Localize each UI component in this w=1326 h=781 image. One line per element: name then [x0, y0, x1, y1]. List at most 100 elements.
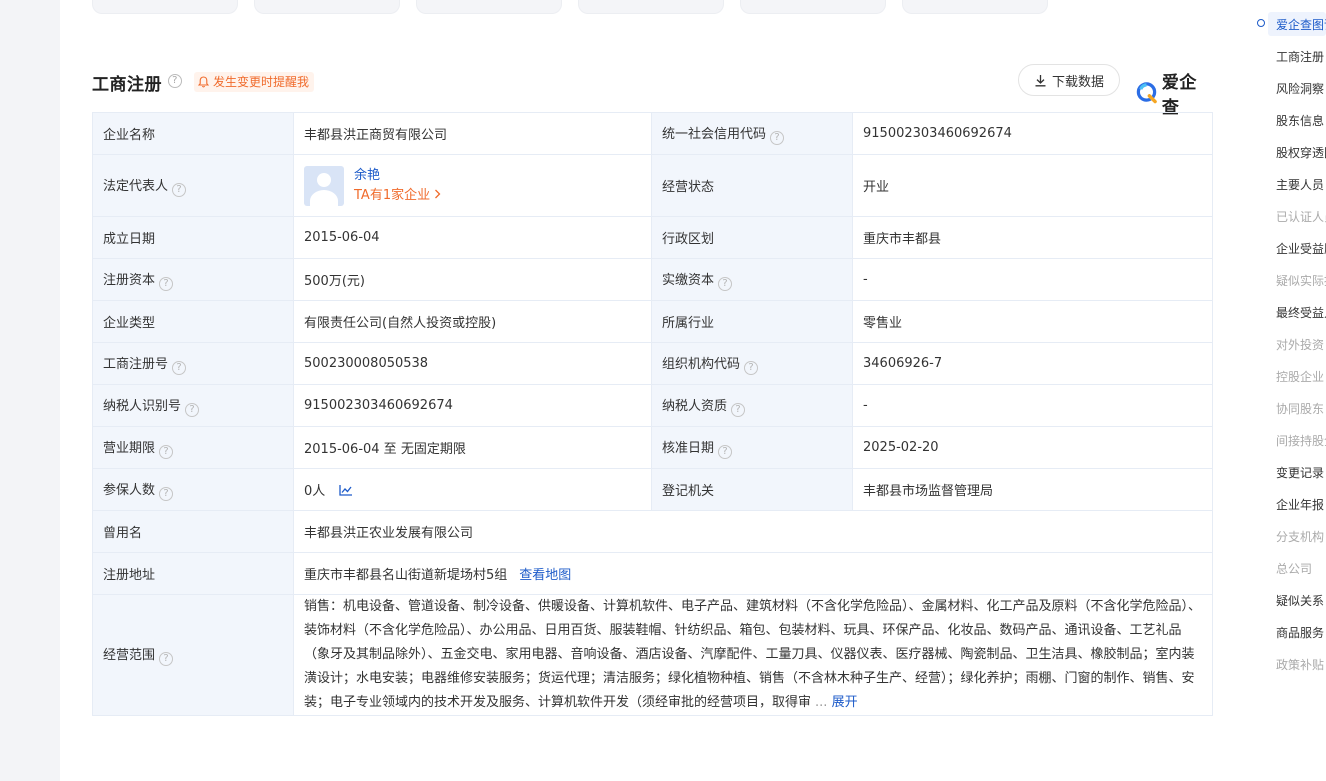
table-row: 成立日期 2015-06-04 行政区划 重庆市丰都县: [92, 216, 1213, 259]
taxpayer-id-label: 纳税人识别号?: [92, 384, 294, 427]
legal-rep-label: 法定代表人?: [92, 154, 294, 217]
sidebar-item-investment[interactable]: 对外投资: [1276, 336, 1326, 353]
former-name-value: 丰都县洪正农业发展有限公司: [293, 510, 1213, 553]
anchor-sidebar: 爱企查图谱 工商注册 风险洞察 股东信息 股权穿透图 主要人员 已认证人员 企业…: [1244, 0, 1326, 781]
help-icon[interactable]: ?: [159, 276, 174, 291]
sidebar-item-certified[interactable]: 已认证人员: [1276, 208, 1326, 225]
industry-label: 所属行业: [651, 300, 853, 343]
sidebar-item-registration[interactable]: 工商注册: [1276, 48, 1326, 65]
company-name-label: 企业名称: [92, 112, 294, 155]
top-tab[interactable]: [902, 0, 1048, 14]
reg-no-value: 500230008050538: [293, 342, 652, 385]
credit-code-label: 统一社会信用代码?: [651, 112, 853, 155]
approve-date-value: 2025-02-20: [852, 426, 1213, 469]
top-tab[interactable]: [578, 0, 724, 14]
main-panel: 工商注册 ? 发生变更时提醒我 下载数据 爱企查 企业名称 丰都县洪正商贸有限公…: [60, 0, 1244, 781]
company-type-label: 企业类型: [92, 300, 294, 343]
region-value: 重庆市丰都县: [852, 216, 1213, 259]
aiqicha-logo-icon: [1136, 82, 1157, 104]
help-icon[interactable]: ?: [744, 360, 759, 375]
term-label: 营业期限?: [92, 426, 294, 469]
sidebar-item-shareholders[interactable]: 股东信息: [1276, 112, 1326, 129]
found-date-value: 2015-06-04: [293, 216, 652, 259]
former-name-label: 曾用名: [92, 510, 294, 553]
change-remind-button[interactable]: 发生变更时提醒我: [194, 72, 315, 92]
credit-code-value: 915002303460692674: [852, 112, 1213, 155]
help-icon[interactable]: ?: [731, 402, 746, 417]
authority-label: 登记机关: [651, 468, 853, 511]
paid-capital-value: -: [852, 258, 1213, 301]
avatar[interactable]: [304, 165, 344, 206]
status-value: 开业: [852, 154, 1213, 217]
help-icon[interactable]: ?: [159, 486, 174, 501]
sidebar-item-annual[interactable]: 企业年报: [1276, 496, 1326, 513]
top-tab[interactable]: [416, 0, 562, 14]
trend-chart-icon[interactable]: [339, 484, 353, 496]
help-icon[interactable]: ?: [172, 182, 187, 197]
paid-capital-label: 实缴资本?: [651, 258, 853, 301]
sidebar-item-controller[interactable]: 疑似实际控制人: [1276, 272, 1326, 289]
org-code-value: 34606926-7: [852, 342, 1213, 385]
view-map-link[interactable]: 查看地图: [519, 568, 571, 583]
top-tab[interactable]: [92, 0, 238, 14]
sidebar-item-indirect[interactable]: 间接持股企业: [1276, 432, 1326, 449]
table-row: 企业类型 有限责任公司(自然人投资或控股) 所属行业 零售业: [92, 300, 1213, 343]
top-tab[interactable]: [740, 0, 886, 14]
legal-rep-companies-link[interactable]: TA有1家企业: [354, 186, 441, 206]
table-row: 企业名称 丰都县洪正商贸有限公司 统一社会信用代码? 9150023034606…: [92, 112, 1213, 155]
help-icon[interactable]: ?: [159, 444, 174, 459]
help-icon[interactable]: ?: [718, 276, 733, 291]
capital-label: 注册资本?: [92, 258, 294, 301]
sidebar-item-equity[interactable]: 股权穿透图: [1276, 144, 1326, 161]
sidebar-item-headquarters[interactable]: 总公司: [1276, 560, 1326, 577]
section-header: 工商注册 ? 发生变更时提醒我 下载数据 爱企查: [92, 64, 1212, 118]
brand-logo: 爱企查: [1136, 68, 1212, 118]
download-icon: [1035, 74, 1046, 86]
legal-rep-name-link[interactable]: 余艳: [354, 166, 441, 186]
sidebar-item-relations[interactable]: 疑似关系: [1276, 592, 1326, 609]
taxpayer-id-value: 915002303460692674: [293, 384, 652, 427]
table-row: 纳税人识别号? 915002303460692674 纳税人资质? -: [92, 384, 1213, 427]
expand-link[interactable]: 展开: [832, 695, 858, 710]
sidebar-item-risk[interactable]: 风险洞察: [1276, 80, 1326, 97]
industry-value: 零售业: [852, 300, 1213, 343]
top-tab[interactable]: [254, 0, 400, 14]
sidebar-item-services[interactable]: 商品服务: [1276, 624, 1326, 641]
taxpayer-qual-label: 纳税人资质?: [651, 384, 853, 427]
table-row: 营业期限? 2015-06-04 至 无固定期限 核准日期? 2025-02-2…: [92, 426, 1213, 469]
address-value: 重庆市丰都县名山街道新堤场村5组 查看地图: [293, 552, 1213, 595]
sidebar-item-branches[interactable]: 分支机构: [1276, 528, 1326, 545]
sidebar-item-holding[interactable]: 控股企业: [1276, 368, 1326, 385]
scope-label: 经营范围?: [92, 594, 294, 716]
table-row: 注册地址 重庆市丰都县名山街道新堤场村5组 查看地图: [92, 552, 1213, 595]
sidebar-item-changes[interactable]: 变更记录: [1276, 464, 1326, 481]
ellipsis: ...: [815, 695, 828, 710]
region-label: 行政区划: [651, 216, 853, 259]
table-row: 参保人数? 0人 登记机关 丰都县市场监督管理局: [92, 468, 1213, 511]
sidebar-item-graph[interactable]: 爱企查图谱: [1276, 16, 1326, 33]
sidebar-item-cooperative[interactable]: 协同股东: [1276, 400, 1326, 417]
help-icon[interactable]: ?: [159, 652, 174, 666]
help-icon[interactable]: ?: [168, 74, 182, 88]
insured-value: 0人: [293, 468, 652, 511]
top-tab-strip: [92, 0, 1048, 14]
found-date-label: 成立日期: [92, 216, 294, 259]
address-label: 注册地址: [92, 552, 294, 595]
active-dot-icon: [1257, 19, 1265, 27]
help-icon[interactable]: ?: [718, 444, 733, 459]
sidebar-item-subsidy[interactable]: 政策补贴: [1276, 656, 1326, 673]
approve-date-label: 核准日期?: [651, 426, 853, 469]
status-label: 经营状态: [651, 154, 853, 217]
help-icon[interactable]: ?: [185, 402, 200, 417]
table-row: 注册资本? 500万(元) 实缴资本? -: [92, 258, 1213, 301]
sidebar-item-beneficiary[interactable]: 企业受益股东: [1276, 240, 1326, 257]
sidebar-item-ultimate[interactable]: 最终受益人: [1276, 304, 1326, 321]
table-row: 法定代表人? 余艳 TA有1家企业 经营状态 开业: [92, 154, 1213, 217]
sidebar-item-staff[interactable]: 主要人员: [1276, 176, 1326, 193]
help-icon[interactable]: ?: [770, 130, 785, 145]
help-icon[interactable]: ?: [172, 360, 187, 375]
company-type-value: 有限责任公司(自然人投资或控股): [293, 300, 652, 343]
capital-value: 500万(元): [293, 258, 652, 301]
download-data-button[interactable]: 下载数据: [1018, 64, 1120, 96]
reg-no-label: 工商注册号?: [92, 342, 294, 385]
